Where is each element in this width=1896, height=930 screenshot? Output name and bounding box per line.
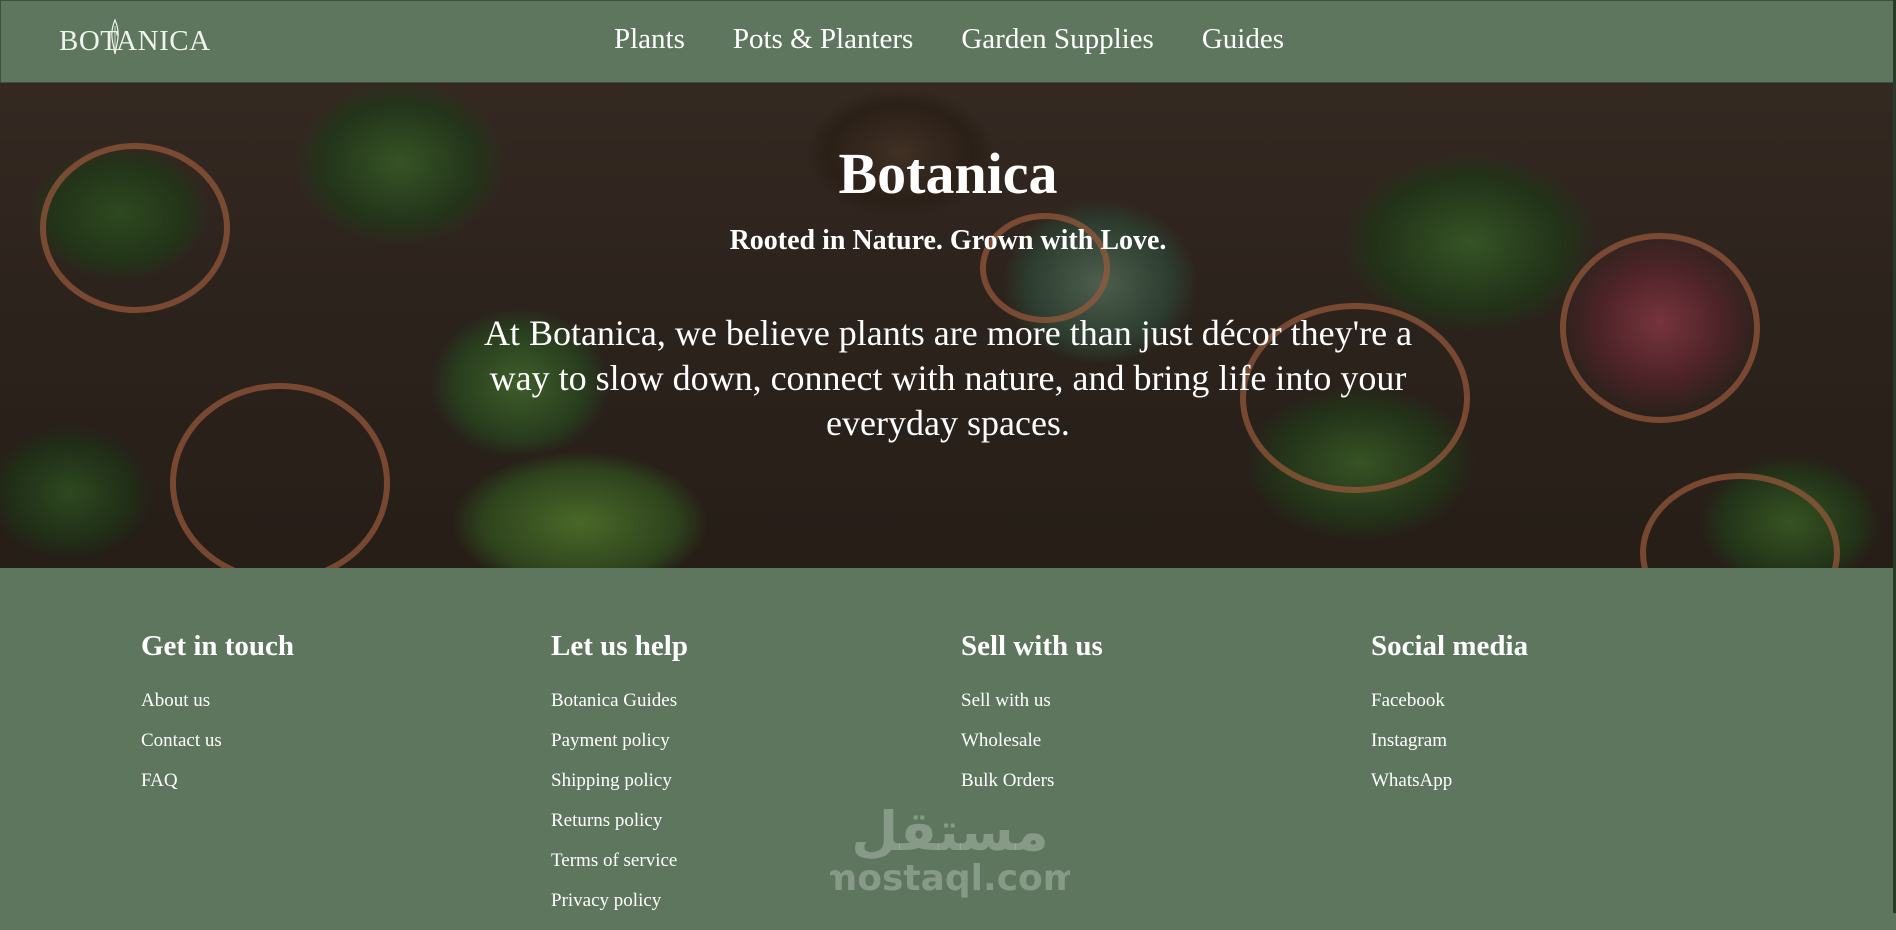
- hero-title: Botanica: [838, 141, 1058, 206]
- footer-column-get-in-touch: Get in touch About us Contact us FAQ: [141, 630, 521, 810]
- hero-description: At Botanica, we believe plants are more …: [483, 313, 1413, 443]
- footer-column-social-media: Social media Facebook Instagram WhatsApp: [1371, 630, 1751, 810]
- nav-pots-planters[interactable]: Pots & Planters: [733, 23, 913, 56]
- footer-heading: Let us help: [551, 630, 688, 662]
- footer-link-returns-policy[interactable]: Returns policy: [551, 810, 931, 850]
- footer-link-privacy-policy[interactable]: Privacy policy: [551, 890, 931, 930]
- footer-link-payment-policy[interactable]: Payment policy: [551, 730, 931, 770]
- footer-link-bulk-orders[interactable]: Bulk Orders: [961, 770, 1341, 810]
- nav-garden-supplies[interactable]: Garden Supplies: [961, 23, 1154, 56]
- footer-link-botanica-guides[interactable]: Botanica Guides: [551, 690, 931, 730]
- nav-plants[interactable]: Plants: [614, 23, 685, 56]
- footer-link-wholesale[interactable]: Wholesale: [961, 730, 1341, 770]
- hero-content: Botanica Rooted in Nature. Grown with Lo…: [0, 83, 1896, 568]
- footer-link-about-us[interactable]: About us: [141, 690, 521, 730]
- footer-link-faq[interactable]: FAQ: [141, 770, 521, 810]
- footer-link-sell-with-us[interactable]: Sell with us: [961, 690, 1341, 730]
- footer-heading: Social media: [1371, 630, 1529, 662]
- footer-heading: Get in touch: [141, 630, 295, 662]
- footer-link-terms-of-service[interactable]: Terms of service: [551, 850, 931, 890]
- footer-link-whatsapp[interactable]: WhatsApp: [1371, 770, 1751, 810]
- footer-column-let-us-help: Let us help Botanica Guides Payment poli…: [551, 630, 931, 930]
- hero-banner: Botanica Rooted in Nature. Grown with Lo…: [0, 83, 1896, 568]
- footer-link-facebook[interactable]: Facebook: [1371, 690, 1751, 730]
- footer-link-contact-us[interactable]: Contact us: [141, 730, 521, 770]
- footer-link-shipping-policy[interactable]: Shipping policy: [551, 770, 931, 810]
- footer-link-instagram[interactable]: Instagram: [1371, 730, 1751, 770]
- footer-heading: Sell with us: [961, 630, 1103, 662]
- nav-guides[interactable]: Guides: [1202, 23, 1284, 56]
- footer-column-sell-with-us: Sell with us Sell with us Wholesale Bulk…: [961, 630, 1341, 810]
- main-nav: Plants Pots & Planters Garden Supplies G…: [1, 23, 1896, 56]
- hero-tagline: Rooted in Nature. Grown with Love.: [729, 225, 1167, 256]
- site-footer: Get in touch About us Contact us FAQ Let…: [0, 568, 1896, 913]
- site-header: BOTANICA Plants Pots & Planters Garden S…: [0, 0, 1896, 83]
